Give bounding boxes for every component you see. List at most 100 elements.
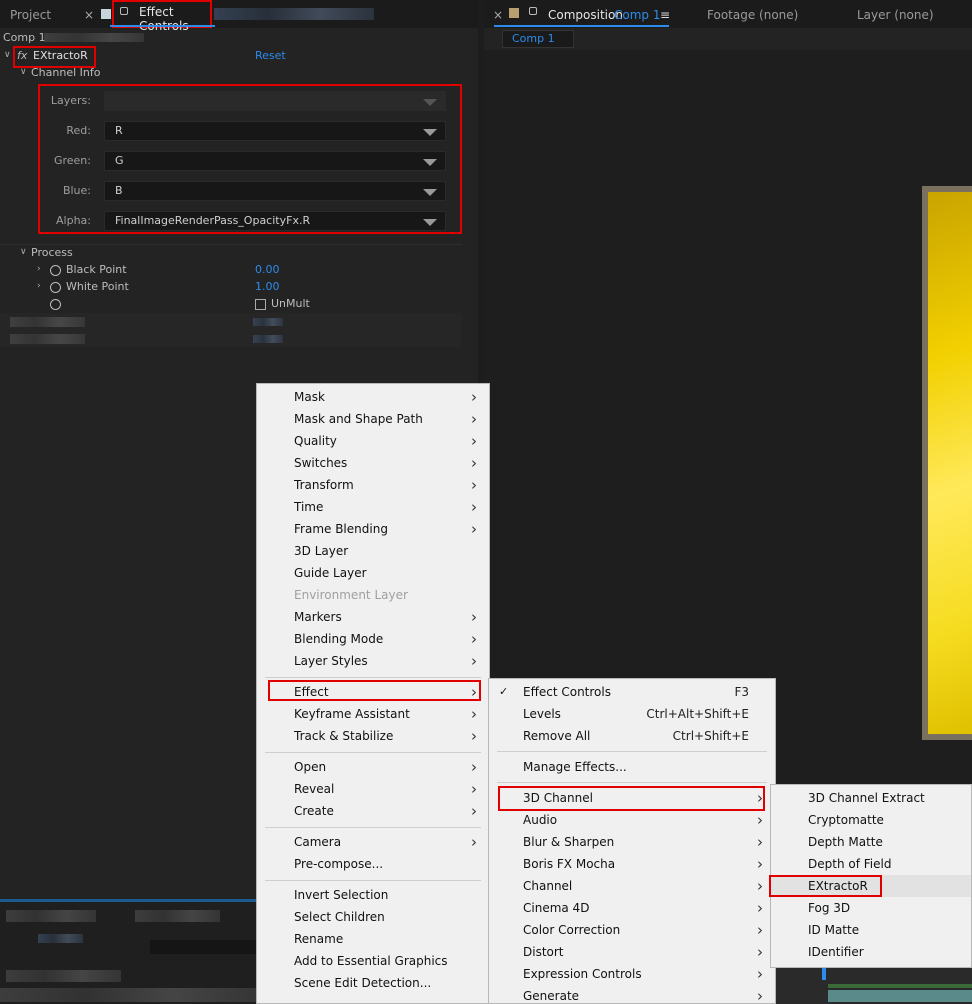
menu-item-label: Remove All — [523, 729, 591, 743]
menu-item-blur-and-sharpen[interactable]: Blur & Sharpen › — [489, 831, 775, 853]
chevron-down-icon[interactable]: ∨ — [20, 247, 27, 257]
menu-item-create[interactable]: Create › — [257, 800, 489, 822]
menu-item-keyframe-assistant[interactable]: Keyframe Assistant › — [257, 703, 489, 725]
fx-icon[interactable]: fx — [17, 49, 27, 62]
green-dropdown[interactable]: G — [104, 151, 446, 171]
menu-item-add-to-essential-graphics[interactable]: Add to Essential Graphics — [257, 950, 489, 972]
lock-icon[interactable] — [529, 7, 537, 15]
menu-item-channel[interactable]: Channel › — [489, 875, 775, 897]
close-icon[interactable]: × — [493, 6, 503, 24]
menu-item-expression-controls[interactable]: Expression Controls › — [489, 963, 775, 985]
menu-item-generate[interactable]: Generate › — [489, 985, 775, 1004]
menu-item-switches[interactable]: Switches › — [257, 452, 489, 474]
menu-item-fog-3d[interactable]: Fog 3D — [771, 897, 971, 919]
menu-item-label: Frame Blending — [294, 522, 388, 536]
menu-item-transform[interactable]: Transform › — [257, 474, 489, 496]
chevron-right-icon: › — [471, 454, 477, 472]
menu-item-reveal[interactable]: Reveal › — [257, 778, 489, 800]
menu-item-blending-mode[interactable]: Blending Mode › — [257, 628, 489, 650]
menu-item-guide-layer[interactable]: Guide Layer — [257, 562, 489, 584]
menu-item-time[interactable]: Time › — [257, 496, 489, 518]
menu-item-audio[interactable]: Audio › — [489, 809, 775, 831]
menu-separator — [265, 752, 481, 753]
menu-item-cinema-4d[interactable]: Cinema 4D › — [489, 897, 775, 919]
menu-item-rename[interactable]: Rename — [257, 928, 489, 950]
playhead[interactable] — [822, 966, 826, 980]
comp-viewer-image[interactable] — [922, 186, 972, 740]
menu-item-mask[interactable]: Mask › — [257, 386, 489, 408]
alpha-label: Alpha: — [56, 214, 91, 227]
channel-info-group[interactable]: Channel Info — [31, 66, 100, 79]
tab-effect-controls-label: Effect Controls — [139, 5, 189, 33]
lock-icon[interactable] — [120, 7, 128, 15]
menu-item-identifier[interactable]: IDentifier — [771, 941, 971, 963]
chevron-down-icon[interactable]: ∨ — [20, 67, 27, 77]
menu-item-open[interactable]: Open › — [257, 756, 489, 778]
tab-effect-controls[interactable]: Effect Controls — [112, 0, 212, 33]
layer-bar[interactable] — [828, 990, 972, 1002]
alpha-dropdown[interactable]: FinalImageRenderPass_OpacityFx.R — [104, 211, 446, 231]
unmult-checkbox[interactable] — [255, 299, 266, 310]
menu-item-3d-channel-extract[interactable]: 3D Channel Extract — [771, 787, 971, 809]
menu-item-cryptomatte[interactable]: Cryptomatte — [771, 809, 971, 831]
blue-dropdown[interactable]: B — [104, 181, 446, 201]
comp-image-content — [928, 192, 972, 734]
stopwatch-icon[interactable] — [50, 299, 61, 310]
chevron-right-icon[interactable]: › — [37, 281, 41, 291]
menu-item-track-and-stabilize[interactable]: Track & Stabilize › — [257, 725, 489, 747]
menu-item-label: 3D Layer — [294, 544, 349, 558]
stopwatch-icon[interactable] — [50, 265, 61, 276]
menu-item-depth-of-field[interactable]: Depth of Field — [771, 853, 971, 875]
menu-item-markers[interactable]: Markers › — [257, 606, 489, 628]
tab-project[interactable]: Project — [10, 6, 51, 24]
menu-item-label: Depth of Field — [808, 857, 892, 871]
extractor-item-highlight — [769, 875, 882, 897]
menu-item-label: Manage Effects... — [523, 760, 627, 774]
menu-item-camera[interactable]: Camera › — [257, 831, 489, 853]
effect-name: EXtractoR — [33, 49, 88, 62]
menu-item-remove-all[interactable]: Remove All Ctrl+Shift+E — [489, 725, 775, 747]
reset-link[interactable]: Reset — [255, 49, 286, 62]
timeline-field[interactable] — [150, 940, 260, 954]
tab-footage[interactable]: Footage (none) — [707, 6, 798, 24]
menu-item-id-matte[interactable]: ID Matte — [771, 919, 971, 941]
menu-item-quality[interactable]: Quality › — [257, 430, 489, 452]
black-point-value[interactable]: 0.00 — [255, 263, 280, 276]
menu-item-layer-styles[interactable]: Layer Styles › — [257, 650, 489, 672]
menu-item-levels[interactable]: Levels Ctrl+Alt+Shift+E — [489, 703, 775, 725]
layer-bar[interactable] — [828, 984, 972, 988]
chevron-right-icon[interactable]: › — [37, 264, 41, 274]
menu-item-pre-compose[interactable]: Pre-compose... — [257, 853, 489, 875]
menu-item-depth-matte[interactable]: Depth Matte — [771, 831, 971, 853]
menu-item-distort[interactable]: Distort › — [489, 941, 775, 963]
layers-dropdown[interactable] — [104, 91, 446, 111]
panel-menu-icon[interactable]: ≡ — [660, 6, 670, 24]
tab-layer[interactable]: Layer (none) — [857, 6, 934, 24]
comp-subtab[interactable]: Comp 1 — [502, 30, 574, 48]
menu-item-label: IDentifier — [808, 945, 864, 959]
chevron-right-icon: › — [471, 432, 477, 450]
chevron-down-icon[interactable]: ∨ — [4, 50, 11, 60]
menu-item-3d-layer[interactable]: 3D Layer — [257, 540, 489, 562]
menu-item-select-children[interactable]: Select Children — [257, 906, 489, 928]
menu-item-scene-edit-detection[interactable]: Scene Edit Detection... — [257, 972, 489, 994]
close-icon[interactable]: × — [84, 6, 94, 24]
tab-composition-name[interactable]: Comp 1 — [614, 6, 660, 24]
menu-item-boris-fx-mocha[interactable]: Boris FX Mocha › — [489, 853, 775, 875]
layer-context-menu: Mask › Mask and Shape Path › Quality › Switche… — [256, 383, 490, 1004]
effect-name-box[interactable]: fx EXtractoR — [13, 46, 96, 68]
process-group[interactable]: Process — [31, 246, 73, 259]
menu-item-frame-blending[interactable]: Frame Blending › — [257, 518, 489, 540]
menu-item-color-correction[interactable]: Color Correction › — [489, 919, 775, 941]
redacted-text — [10, 334, 85, 344]
red-dropdown[interactable]: R — [104, 121, 446, 141]
white-point-value[interactable]: 1.00 — [255, 280, 280, 293]
tab-composition[interactable]: Composition — [548, 6, 623, 24]
menu-item-effect-controls[interactable]: ✓ Effect Controls F3 — [489, 681, 775, 703]
stopwatch-icon[interactable] — [50, 282, 61, 293]
comp-subtab-bar: Comp 1 — [484, 28, 972, 50]
chevron-down-icon — [423, 159, 437, 166]
menu-item-manage-effects[interactable]: Manage Effects... — [489, 756, 775, 778]
menu-item-invert-selection[interactable]: Invert Selection — [257, 884, 489, 906]
menu-item-mask-and-shape-path[interactable]: Mask and Shape Path › — [257, 408, 489, 430]
